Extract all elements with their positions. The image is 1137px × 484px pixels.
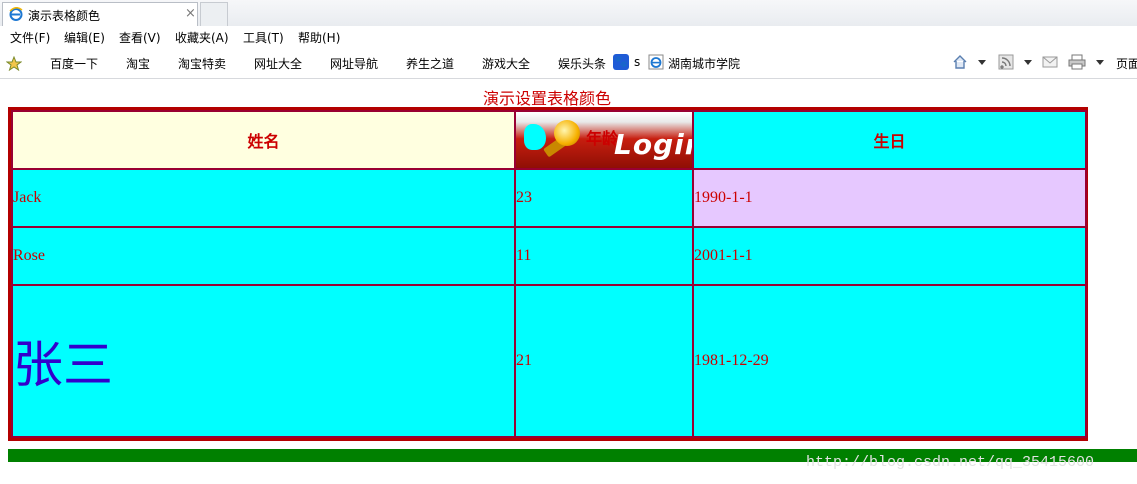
home-icon[interactable]	[952, 54, 968, 70]
header-age-login-image: 年龄 Login	[514, 110, 694, 170]
cell-age: 11	[514, 226, 694, 286]
menu-tools[interactable]: 工具(T)	[243, 29, 284, 46]
print-icon[interactable]	[1068, 54, 1086, 70]
header-name: 姓名	[11, 110, 516, 170]
key-icon	[554, 120, 580, 146]
name-value: Rose	[13, 247, 45, 264]
feeds-icon[interactable]	[998, 54, 1014, 70]
home-dropdown-icon[interactable]	[978, 60, 986, 65]
cell-age: 23	[514, 168, 694, 228]
favorites-bar: 百度一下 淘宝 淘宝特卖 网址大全 网址导航 养生之道 游戏大全 娱乐头条 🐾 …	[0, 48, 1137, 79]
fav-s[interactable]: s	[634, 55, 640, 69]
cell-birthday-highlighted: 1990-1-1	[692, 168, 1087, 228]
ie-page-icon	[648, 54, 664, 70]
fav-health[interactable]: 养生之道	[406, 55, 454, 72]
menu-favorites[interactable]: 收藏夹(A)	[175, 29, 229, 46]
feeds-dropdown-icon[interactable]	[1024, 60, 1032, 65]
name-value-large: 张三	[13, 336, 113, 394]
tab-bar: 演示表格颜色 ×	[0, 0, 1137, 27]
login-graphic-text: Login	[614, 128, 692, 161]
fav-baidu[interactable]: 百度一下	[50, 55, 98, 72]
birthday-value: 1981-12-29	[694, 352, 769, 369]
data-table: 姓名 年龄 Login 生日 Jack 23 1990-1-1 Rose 11 …	[8, 107, 1088, 441]
cyan-patch	[524, 124, 546, 150]
new-tab-button[interactable]	[200, 2, 228, 26]
cell-birthday: 1981-12-29	[692, 284, 1087, 438]
favorites-star-icon[interactable]	[6, 56, 22, 71]
name-value: Jack	[13, 189, 42, 206]
fav-games[interactable]: 游戏大全	[482, 55, 530, 72]
birthday-value: 1990-1-1	[694, 189, 753, 206]
menu-view[interactable]: 查看(V)	[119, 29, 161, 46]
menu-file[interactable]: 文件(F)	[10, 29, 50, 46]
age-value: 23	[516, 189, 532, 206]
tab-title: 演示表格颜色	[28, 9, 101, 23]
birthday-value: 2001-1-1	[694, 247, 753, 264]
fav-site-navigation[interactable]: 网址导航	[330, 55, 378, 72]
menu-help[interactable]: 帮助(H)	[298, 29, 340, 46]
header-name-label: 姓名	[247, 134, 280, 151]
watermark: http://blog.csdn.net/qq_35415600	[806, 454, 1095, 471]
fav-taobao[interactable]: 淘宝	[126, 55, 150, 72]
cell-age: 21	[514, 284, 694, 438]
ie-logo-icon	[9, 7, 23, 21]
paw-icon[interactable]: 🐾	[613, 54, 629, 70]
close-tab-icon[interactable]: ×	[185, 6, 196, 21]
cell-name: Jack	[11, 168, 516, 228]
age-value: 21	[516, 352, 532, 369]
menu-bar: 文件(F) 编辑(E) 查看(V) 收藏夹(A) 工具(T) 帮助(H)	[0, 26, 1137, 48]
age-value: 11	[516, 247, 532, 264]
header-birthday: 生日	[692, 110, 1087, 170]
cell-birthday: 2001-1-1	[692, 226, 1087, 286]
cell-name-large: 张三	[11, 284, 516, 438]
table-caption: 演示设置表格颜色	[482, 89, 611, 108]
menu-edit[interactable]: 编辑(E)	[64, 29, 105, 46]
cell-name: Rose	[11, 226, 516, 286]
fav-hunan-city-university[interactable]: 湖南城市学院	[668, 55, 740, 72]
fav-entertainment[interactable]: 娱乐头条	[558, 55, 606, 72]
print-dropdown-icon[interactable]	[1096, 60, 1104, 65]
fav-taobao-sale[interactable]: 淘宝特卖	[178, 55, 226, 72]
mail-icon[interactable]	[1042, 54, 1058, 70]
page-menu[interactable]: 页面	[1116, 55, 1137, 72]
tab-active[interactable]: 演示表格颜色 ×	[2, 2, 198, 26]
fav-site-directory[interactable]: 网址大全	[254, 55, 302, 72]
header-birthday-label: 生日	[873, 134, 906, 151]
